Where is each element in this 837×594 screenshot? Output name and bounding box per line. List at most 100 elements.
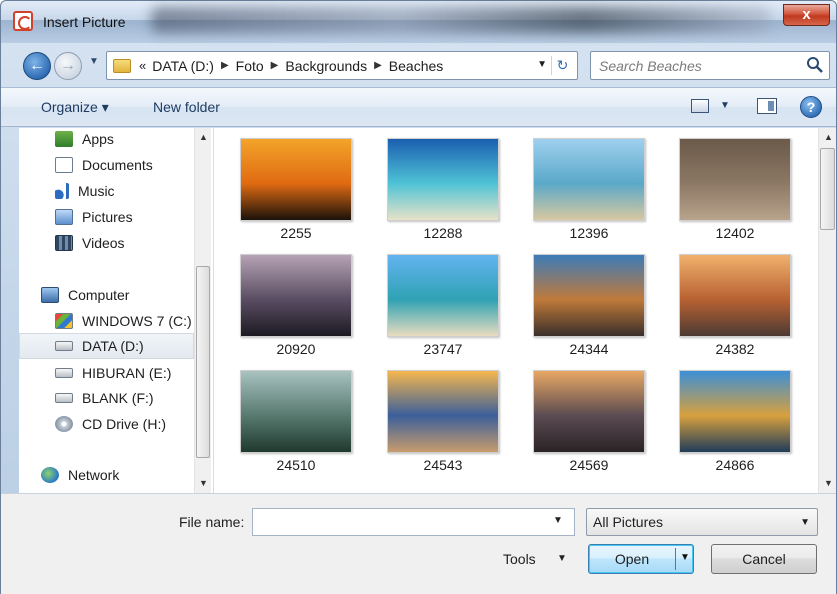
nav-item-network[interactable]: Network bbox=[41, 464, 119, 486]
organize-button[interactable]: Organize ▾ bbox=[41, 99, 109, 116]
nav-item-pictures[interactable]: Pictures bbox=[55, 206, 133, 228]
chevron-down-icon[interactable]: ▼ bbox=[557, 553, 567, 564]
file-name: 20920 bbox=[276, 341, 316, 357]
split-divider bbox=[675, 548, 676, 570]
file-item[interactable]: 12396 bbox=[527, 128, 647, 241]
file-type-select[interactable]: All Pictures ▼ bbox=[586, 508, 818, 536]
nav-item-music[interactable]: Music bbox=[55, 180, 115, 202]
documents-icon bbox=[55, 157, 73, 173]
file-item[interactable]: 23747 bbox=[381, 244, 501, 357]
insert-picture-dialog: Insert Picture x ← → ▼ « DATA (D:) ▶ Fot… bbox=[0, 0, 837, 594]
search-icon[interactable] bbox=[805, 55, 825, 75]
file-item[interactable]: 24866 bbox=[673, 360, 793, 473]
folder-icon bbox=[113, 58, 131, 73]
pictures-icon bbox=[55, 209, 73, 225]
file-name-input[interactable] bbox=[252, 508, 575, 536]
preview-pane-icon[interactable] bbox=[757, 98, 777, 114]
file-item[interactable]: 24510 bbox=[234, 360, 354, 473]
refresh-icon[interactable]: ↻ bbox=[551, 56, 573, 75]
apps-icon bbox=[55, 131, 73, 147]
file-item[interactable]: 20920 bbox=[234, 244, 354, 357]
search-input[interactable] bbox=[599, 56, 799, 76]
videos-icon bbox=[55, 235, 73, 251]
windows-drive-icon bbox=[55, 313, 73, 329]
close-button[interactable]: x bbox=[783, 4, 830, 26]
file-name: 24382 bbox=[715, 341, 755, 357]
chevron-down-icon[interactable]: ▼ bbox=[680, 552, 690, 563]
file-name-label: File name: bbox=[179, 514, 245, 530]
nav-item-drive-h[interactable]: CD Drive (H:) bbox=[55, 413, 166, 435]
image-thumbnail bbox=[387, 254, 499, 337]
file-item[interactable]: 24569 bbox=[527, 360, 647, 473]
help-icon[interactable]: ? bbox=[800, 96, 822, 118]
background-blur bbox=[151, 7, 771, 33]
address-row: ← → ▼ « DATA (D:) ▶ Foto ▶ Backgrounds ▶… bbox=[1, 43, 836, 87]
file-item[interactable]: 24543 bbox=[381, 360, 501, 473]
scroll-up-icon[interactable]: ▲ bbox=[824, 132, 833, 142]
drive-icon bbox=[55, 368, 73, 378]
chevron-down-icon[interactable]: ▼ bbox=[537, 59, 547, 70]
image-thumbnail bbox=[679, 138, 791, 221]
music-icon bbox=[55, 183, 69, 199]
file-name: 24543 bbox=[423, 457, 463, 473]
drive-icon bbox=[55, 393, 73, 403]
scroll-thumb[interactable] bbox=[820, 148, 835, 230]
open-button[interactable]: Open ▼ bbox=[588, 544, 694, 574]
file-item[interactable]: 24382 bbox=[673, 244, 793, 357]
file-name: 24510 bbox=[276, 457, 316, 473]
change-view-icon[interactable] bbox=[691, 99, 709, 113]
image-thumbnail bbox=[240, 254, 352, 337]
scroll-thumb[interactable] bbox=[196, 266, 210, 458]
image-thumbnail bbox=[679, 254, 791, 337]
nav-item-computer[interactable]: Computer bbox=[41, 284, 129, 306]
nav-item-drive-c[interactable]: WINDOWS 7 (C:) bbox=[55, 310, 192, 332]
tools-button[interactable]: Tools bbox=[503, 551, 536, 567]
nav-item-drive-f[interactable]: BLANK (F:) bbox=[55, 387, 154, 409]
file-item[interactable]: 12402 bbox=[673, 128, 793, 241]
recent-locations-icon[interactable]: ▼ bbox=[89, 56, 99, 67]
scroll-up-icon[interactable]: ▲ bbox=[199, 132, 208, 142]
nav-item-drive-e[interactable]: HIBURAN (E:) bbox=[55, 362, 171, 384]
drive-icon bbox=[55, 341, 73, 351]
file-item[interactable]: 24344 bbox=[527, 244, 647, 357]
image-thumbnail bbox=[240, 138, 352, 221]
breadcrumb-foto[interactable]: Foto bbox=[236, 58, 264, 74]
breadcrumb-overflow[interactable]: « bbox=[139, 58, 146, 73]
window-title: Insert Picture bbox=[43, 14, 126, 30]
file-name: 24866 bbox=[715, 457, 755, 473]
nav-item-drive-d[interactable]: DATA (D:) bbox=[19, 333, 194, 359]
file-list: 2255 12288 12396 12402 20920 23747 24344 24382 2… bbox=[214, 128, 818, 493]
file-item[interactable]: 2255 bbox=[234, 128, 354, 241]
file-name: 12396 bbox=[569, 225, 609, 241]
title-bar[interactable]: Insert Picture x bbox=[1, 1, 836, 43]
file-name: 23747 bbox=[423, 341, 463, 357]
chevron-down-icon[interactable]: ▼ bbox=[553, 515, 563, 526]
chevron-down-icon[interactable]: ▼ bbox=[720, 100, 730, 111]
scroll-down-icon[interactable]: ▼ bbox=[824, 478, 833, 488]
nav-scrollbar[interactable]: ▲ ▼ bbox=[194, 128, 211, 493]
command-bar: Organize ▾ New folder ▼ ? bbox=[1, 87, 836, 127]
chevron-down-icon: ▼ bbox=[800, 517, 810, 528]
nav-item-apps[interactable]: Apps bbox=[55, 128, 114, 150]
nav-item-documents[interactable]: Documents bbox=[55, 154, 153, 176]
back-button[interactable]: ← bbox=[23, 52, 51, 80]
breadcrumb-separator-icon[interactable]: ▶ bbox=[374, 60, 382, 71]
nav-item-videos[interactable]: Videos bbox=[55, 232, 125, 254]
breadcrumb-drive[interactable]: DATA (D:) bbox=[152, 58, 214, 74]
breadcrumb-separator-icon[interactable]: ▶ bbox=[271, 60, 279, 71]
computer-icon bbox=[41, 287, 59, 303]
app-icon bbox=[13, 11, 33, 31]
breadcrumb-separator-icon[interactable]: ▶ bbox=[221, 60, 229, 71]
breadcrumb-backgrounds[interactable]: Backgrounds bbox=[285, 58, 367, 74]
forward-button[interactable]: → bbox=[54, 52, 82, 80]
address-bar[interactable]: « DATA (D:) ▶ Foto ▶ Backgrounds ▶ Beach… bbox=[106, 51, 578, 80]
file-scrollbar[interactable]: ▲ ▼ bbox=[818, 128, 836, 493]
cancel-button[interactable]: Cancel bbox=[711, 544, 817, 574]
image-thumbnail bbox=[387, 370, 499, 453]
breadcrumb-beaches[interactable]: Beaches bbox=[389, 58, 443, 74]
file-item[interactable]: 12288 bbox=[381, 128, 501, 241]
file-name: 2255 bbox=[280, 225, 312, 241]
file-name: 12402 bbox=[715, 225, 755, 241]
scroll-down-icon[interactable]: ▼ bbox=[199, 478, 208, 488]
new-folder-button[interactable]: New folder bbox=[153, 99, 220, 115]
